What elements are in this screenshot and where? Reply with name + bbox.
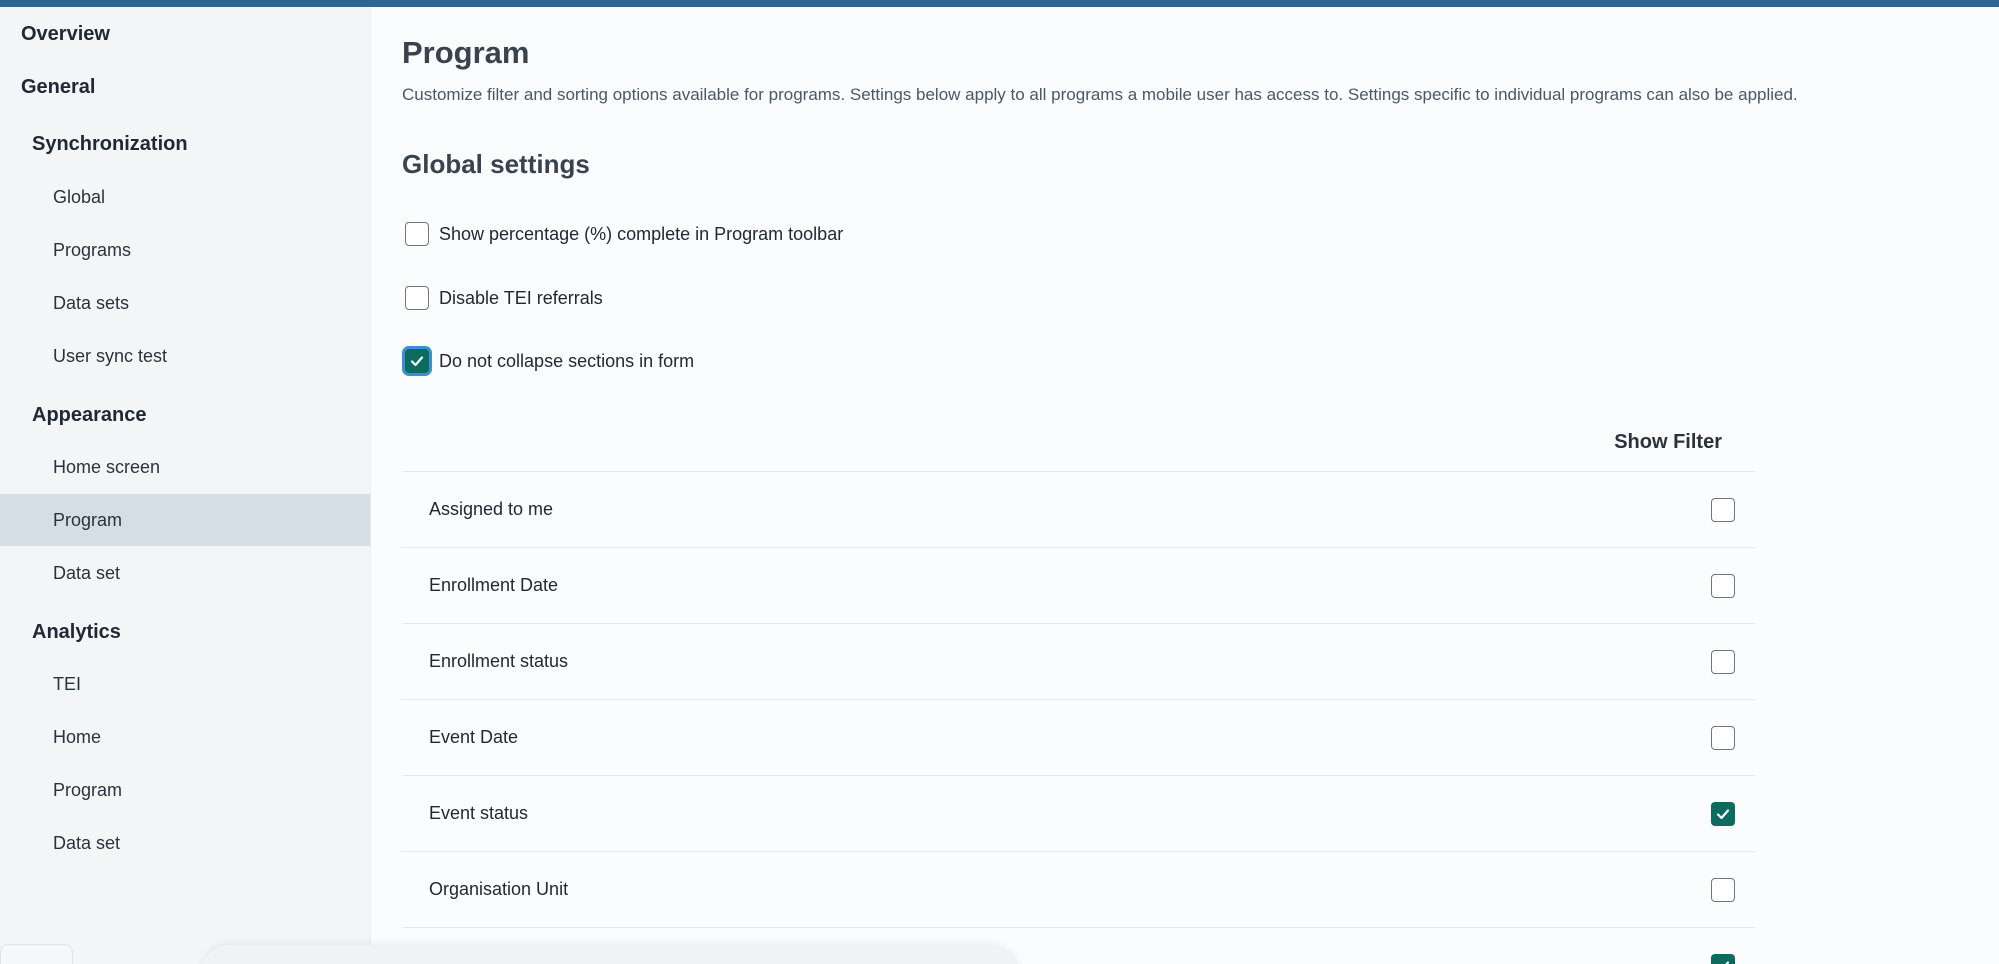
sidebar-item-analytics-tei[interactable]: TEI <box>0 658 370 710</box>
sidebar-item-overview[interactable]: Overview <box>0 12 370 56</box>
sidebar-item-label: Global <box>53 186 106 207</box>
sidebar-item-label: Home <box>53 726 102 747</box>
sidebar-item-analytics[interactable]: Analytics <box>0 607 370 657</box>
option-label: Show percentage (%) complete in Program … <box>439 223 844 244</box>
show-filter-checkbox[interactable] <box>1711 498 1735 522</box>
sidebar-item-analytics-home[interactable]: Home <box>0 711 370 763</box>
show-filter-checkbox[interactable] <box>1711 726 1735 750</box>
main-content: Program Customize filter and sorting opt… <box>372 7 1999 964</box>
table-row: Event Date <box>402 700 1755 776</box>
sidebar-item-sync-data-sets[interactable]: Data sets <box>0 277 370 329</box>
table-row: Assigned to me <box>402 472 1755 548</box>
sidebar-item-label: Overview <box>21 22 110 45</box>
page-description: Customize filter and sorting options ava… <box>402 85 1798 104</box>
sidebar-item-appearance[interactable]: Appearance <box>0 390 370 440</box>
table-row: Organisation Unit <box>402 852 1755 928</box>
table-row: Event status <box>402 776 1755 852</box>
sidebar-item-appearance-data-set[interactable]: Data set <box>0 547 370 599</box>
filter-label: Assigned to me <box>429 499 554 519</box>
option-label: Do not collapse sections in form <box>439 350 695 371</box>
sidebar-item-sync-programs[interactable]: Programs <box>0 224 370 276</box>
sidebar-item-label: Programs <box>53 239 132 260</box>
column-header-show-filter: Show Filter <box>1614 431 1722 453</box>
sidebar-item-synchronization[interactable]: Synchronization <box>0 119 370 169</box>
sidebar-item-label: Appearance <box>32 403 147 426</box>
sidebar-item-sync-global[interactable]: Global <box>0 171 370 223</box>
sidebar-item-label: Data set <box>53 562 121 583</box>
sidebar-item-user-sync-test[interactable]: User sync test <box>0 330 370 382</box>
sidebar-item-label: General <box>21 75 96 98</box>
sidebar-item-label: Synchronization <box>32 132 188 155</box>
show-filter-checkbox[interactable] <box>1711 954 1735 964</box>
sidebar-item-label: Program <box>53 509 123 530</box>
option-do-not-collapse-sections[interactable]: Do not collapse sections in form <box>405 349 694 373</box>
show-filter-checkbox[interactable] <box>1711 802 1735 826</box>
sidebar-item-home-screen[interactable]: Home screen <box>0 441 370 493</box>
show-filter-checkbox[interactable] <box>1711 878 1735 902</box>
table-row: Enrollment Date <box>402 548 1755 624</box>
option-show-percentage[interactable]: Show percentage (%) complete in Program … <box>405 222 843 246</box>
bottom-floating-panel <box>200 945 1020 964</box>
sidebar-item-appearance-program[interactable]: Program <box>0 494 370 546</box>
sidebar-collapse-tab[interactable] <box>0 944 73 964</box>
sidebar-item-label: Analytics <box>32 620 121 643</box>
check-icon <box>410 356 424 367</box>
filter-label: Enrollment status <box>429 651 569 671</box>
filter-label: Enrollment Date <box>429 575 559 595</box>
check-icon <box>1725 961 1730 964</box>
check-icon <box>1716 809 1730 820</box>
filters-table-header: Show Filter <box>402 417 1755 472</box>
filter-label: Event status <box>429 803 529 823</box>
sidebar-item-general[interactable]: General <box>0 65 370 109</box>
page-title: Program <box>402 35 530 70</box>
option-label: Disable TEI referrals <box>439 287 603 308</box>
table-row: Enrollment status <box>402 624 1755 700</box>
filters-table: Assigned to me Enrollment Date Enrollmen… <box>402 472 1755 964</box>
sidebar-item-analytics-data-set[interactable]: Data set <box>0 817 370 869</box>
section-title-global-settings: Global settings <box>402 149 590 179</box>
show-filter-checkbox[interactable] <box>1711 650 1735 674</box>
filter-label: Event Date <box>429 727 519 747</box>
filter-label: Organisation Unit <box>429 879 569 899</box>
sidebar-item-label: Program <box>53 779 123 800</box>
option-disable-tei-referrals[interactable]: Disable TEI referrals <box>405 286 603 310</box>
show-filter-checkbox[interactable] <box>1711 574 1735 598</box>
sidebar-item-label: Home screen <box>53 456 161 477</box>
sidebar-item-analytics-program[interactable]: Program <box>0 764 370 816</box>
checkbox[interactable] <box>405 222 429 246</box>
sidebar-item-label: User sync test <box>53 345 168 366</box>
checkbox[interactable] <box>405 286 429 310</box>
sidebar-item-label: Data sets <box>53 292 130 313</box>
sidebar-item-label: TEI <box>53 673 82 694</box>
top-bar <box>0 0 1999 7</box>
sidebar-item-label: Data set <box>53 832 121 853</box>
sidebar: Overview General Synchronization Global … <box>0 7 371 964</box>
checkbox[interactable] <box>405 349 429 373</box>
